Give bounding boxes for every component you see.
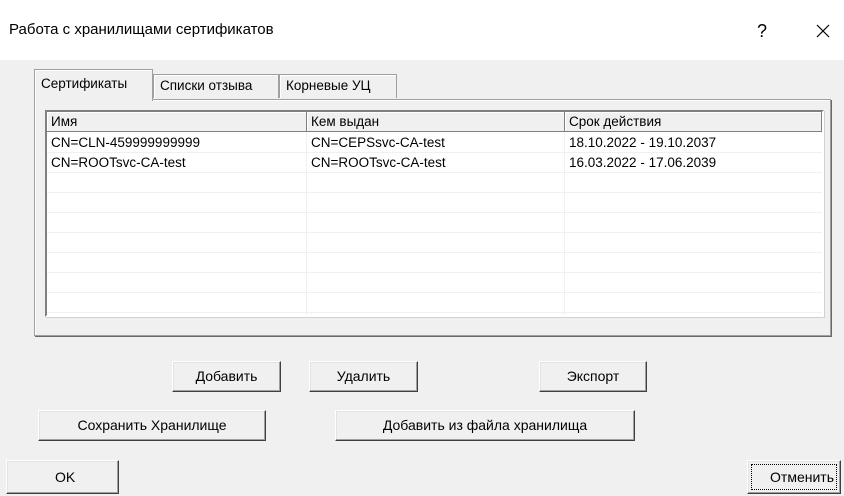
add-button[interactable]: Добавить [172, 361, 281, 392]
close-icon [816, 24, 830, 38]
column-header-issuer[interactable]: Кем выдан [307, 112, 565, 132]
tab-root-ca[interactable]: Корневые УЦ [279, 74, 397, 98]
cancel-button[interactable]: Отменить [747, 460, 841, 494]
delete-button[interactable]: Удалить [309, 361, 418, 392]
grid-line [564, 132, 565, 315]
cell-name: CN=ROOTsvc-CA-test [51, 155, 186, 170]
empty-row [47, 294, 822, 313]
empty-row [47, 254, 822, 273]
add-from-store-file-button[interactable]: Добавить из файла хранилища [335, 410, 635, 441]
column-header-name[interactable]: Имя [47, 112, 307, 132]
empty-row [47, 314, 822, 315]
cell-issuer: CN=CEPSsvc-CA-test [311, 135, 445, 150]
cell-validity: 16.03.2022 - 17.06.2039 [569, 155, 717, 170]
title-bar: Работа с хранилищами сертификатов ? [0, 0, 844, 60]
certificate-store-dialog: Работа с хранилищами сертификатов ? Серт… [0, 0, 844, 496]
cell-name: CN=CLN-459999999999 [51, 135, 200, 150]
cell-validity: 18.10.2022 - 19.10.2037 [569, 135, 717, 150]
help-button[interactable]: ? [742, 11, 782, 51]
certificate-list[interactable]: Имя Кем выдан Срок действия CN=CLN-45999… [45, 110, 824, 317]
ok-button[interactable]: OK [6, 460, 119, 494]
column-header-validity[interactable]: Срок действия [565, 112, 822, 132]
table-row[interactable]: CN=CLN-459999999999 CN=CEPSsvc-CA-test 18.… [47, 134, 822, 153]
cell-issuer: CN=ROOTsvc-CA-test [311, 155, 446, 170]
list-header: Имя Кем выдан Срок действия [47, 112, 822, 132]
close-button[interactable] [802, 11, 844, 51]
empty-row [47, 214, 822, 233]
tab-revocation-lists[interactable]: Списки отзыва [153, 74, 279, 98]
table-row[interactable]: CN=ROOTsvc-CA-test CN=ROOTsvc-CA-test 16.0… [47, 154, 822, 173]
dialog-title: Работа с хранилищами сертификатов [9, 21, 274, 38]
empty-row [47, 274, 822, 293]
empty-row [47, 194, 822, 213]
empty-row [47, 174, 822, 193]
export-button[interactable]: Экспорт [539, 361, 647, 392]
empty-row [47, 234, 822, 253]
save-store-button[interactable]: Сохранить Хранилище [38, 410, 266, 441]
tab-certificates[interactable]: Сертификаты [34, 69, 153, 101]
grid-line [306, 132, 307, 315]
